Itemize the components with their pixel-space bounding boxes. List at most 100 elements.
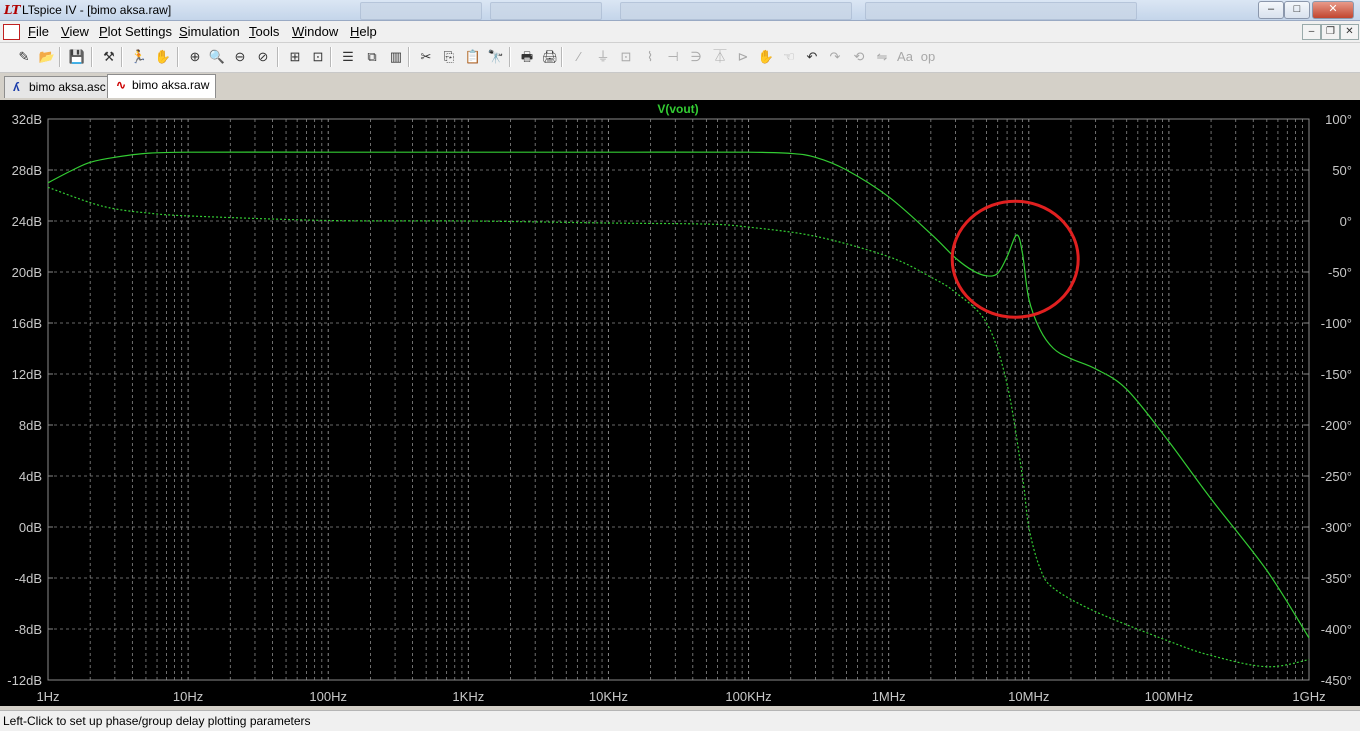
mdi-close-button[interactable]: ✕ xyxy=(1340,24,1359,40)
menu-bar: File View Plot Settings Simulation Tools… xyxy=(0,21,1360,43)
y-right-tick-label: 100° xyxy=(1325,112,1352,127)
x-tick-label: 100KHz xyxy=(725,689,771,704)
resistor-icon[interactable]: ⌇ xyxy=(641,48,659,66)
y-left-tick-label: 12dB xyxy=(12,367,42,382)
toolbar-separator xyxy=(408,47,410,67)
find-icon[interactable]: 🔭 xyxy=(487,48,505,66)
run-icon[interactable]: 🏃 xyxy=(130,48,148,66)
menu-view[interactable]: View xyxy=(61,24,89,39)
copy-icon[interactable]: ⎘ xyxy=(440,48,458,66)
tab-schematic[interactable]: ʎ bimo aksa.asc xyxy=(4,76,113,98)
cascade-icon[interactable]: ⧉ xyxy=(363,48,381,66)
undo-icon[interactable]: ↶ xyxy=(803,48,821,66)
spice-directive-icon[interactable]: op xyxy=(919,48,937,66)
capacitor-icon[interactable]: ⊣ xyxy=(664,48,682,66)
x-tick-label: 1Hz xyxy=(36,689,59,704)
y-left-tick-label: -8dB xyxy=(15,622,42,637)
redo-icon[interactable]: ↷ xyxy=(826,48,844,66)
open-file-icon[interactable]: 📂 xyxy=(38,48,56,66)
y-left-tick-label: 0dB xyxy=(19,520,42,535)
magnitude-trace xyxy=(47,151,1310,639)
move-icon[interactable]: ✋ xyxy=(757,48,775,66)
print-icon[interactable]: 🖨 xyxy=(541,48,559,66)
document-tabs: ʎ bimo aksa.asc ∿ bimo aksa.raw xyxy=(0,73,1360,99)
toolbar-separator xyxy=(121,47,123,67)
tile-vertical-icon[interactable]: ▥ xyxy=(387,48,405,66)
zoom-in-icon[interactable]: ⊕ xyxy=(186,48,204,66)
y-left-tick-label: 28dB xyxy=(12,163,42,178)
tab-label: bimo aksa.asc xyxy=(29,80,106,94)
new-schematic-icon[interactable]: ✎ xyxy=(15,48,33,66)
bode-chart[interactable]: 1Hz 10Hz 100Hz 1KHz 10KHz 100KHz 1MHz 10MHz 100M… xyxy=(0,100,1360,706)
mdi-minimize-button[interactable]: – xyxy=(1302,24,1321,40)
x-tick-label: 10Hz xyxy=(173,689,203,704)
phase-trace xyxy=(47,186,1310,668)
maximize-button[interactable]: □ xyxy=(1284,1,1310,19)
x-tick-label: 1KHz xyxy=(452,689,484,704)
toolbar-separator xyxy=(177,47,179,67)
halt-hand-icon[interactable]: ✋ xyxy=(154,48,172,66)
y-left-tick-label: 8dB xyxy=(19,418,42,433)
component-icon[interactable]: ⊳ xyxy=(734,48,752,66)
fit-icon[interactable]: ⊡ xyxy=(309,48,327,66)
taskbar-ghost xyxy=(360,2,1160,20)
rotate-icon[interactable]: ⟲ xyxy=(850,48,868,66)
y-right-tick-label: -100° xyxy=(1321,316,1352,331)
toolbar-separator xyxy=(277,47,279,67)
toolbar-separator xyxy=(91,47,93,67)
plot-frame xyxy=(47,118,1310,681)
schematic-icon: ʎ xyxy=(13,80,20,94)
wire-icon[interactable]: ∕ xyxy=(570,48,588,66)
menu-help[interactable]: Help xyxy=(350,24,377,39)
y-right-tick-label: -50° xyxy=(1328,265,1352,280)
zoom-cancel-icon[interactable]: ⊘ xyxy=(254,48,272,66)
x-tick-label: 1GHz xyxy=(1292,689,1325,704)
trace-label-vout[interactable]: V(vout) xyxy=(657,102,698,116)
control-panel-icon[interactable]: ⚒ xyxy=(100,48,118,66)
y-left-tick-label: 24dB xyxy=(12,214,42,229)
print-preview-icon[interactable]: 🖶 xyxy=(518,48,536,66)
diode-icon[interactable]: ⏄ xyxy=(711,48,729,66)
autorange-icon[interactable]: ⊞ xyxy=(286,48,304,66)
menu-plot-settings[interactable]: Plot Settings xyxy=(99,24,172,39)
y-right-tick-label: -350° xyxy=(1321,571,1352,586)
y-right-tick-label: 0° xyxy=(1340,214,1352,229)
waveform-icon: ∿ xyxy=(116,78,127,92)
zoom-pan-icon[interactable]: 🔍 xyxy=(208,48,226,66)
text-icon[interactable]: Aa xyxy=(896,48,914,66)
inductor-icon[interactable]: ∋ xyxy=(687,48,705,66)
label-net-icon[interactable]: ⊡ xyxy=(617,48,635,66)
toolbar-separator xyxy=(561,47,563,67)
tab-waveform[interactable]: ∿ bimo aksa.raw xyxy=(107,74,217,98)
tile-horizontal-icon[interactable]: ☰ xyxy=(339,48,357,66)
ground-icon[interactable]: ⏚ xyxy=(594,48,612,66)
mirror-icon[interactable]: ⇋ xyxy=(873,48,891,66)
x-tick-label: 10KHz xyxy=(589,689,628,704)
window-title: LTspice IV - [bimo aksa.raw] xyxy=(22,3,172,17)
drag-icon[interactable]: ☜ xyxy=(780,48,798,66)
mdi-restore-button[interactable]: ❐ xyxy=(1321,24,1340,40)
menu-tools[interactable]: Tools xyxy=(249,24,279,39)
toolbar-separator xyxy=(59,47,61,67)
y-right-tick-label: -300° xyxy=(1321,520,1352,535)
cut-icon[interactable]: ✂ xyxy=(417,48,435,66)
y-left-tick-label: -4dB xyxy=(15,571,42,586)
y-left-tick-label: 20dB xyxy=(12,265,42,280)
menu-window[interactable]: Window xyxy=(292,24,338,39)
document-icon[interactable] xyxy=(3,24,20,40)
y-right-tick-label: -200° xyxy=(1321,418,1352,433)
minimize-button[interactable]: – xyxy=(1258,1,1284,19)
y-left-tick-label: 4dB xyxy=(19,469,42,484)
toolbar-separator xyxy=(330,47,332,67)
menu-file[interactable]: File xyxy=(28,24,49,39)
paste-icon[interactable]: 📋 xyxy=(464,48,482,66)
waveform-plot[interactable]: 1Hz 10Hz 100Hz 1KHz 10KHz 100KHz 1MHz 10MHz 100M… xyxy=(0,100,1360,706)
y-left-tick-label: 16dB xyxy=(12,316,42,331)
zoom-out-icon[interactable]: ⊖ xyxy=(231,48,249,66)
tab-label: bimo aksa.raw xyxy=(132,78,210,92)
menu-simulation[interactable]: Simulation xyxy=(179,24,240,39)
save-icon[interactable]: 💾 xyxy=(68,48,86,66)
close-button[interactable]: ✕ xyxy=(1312,1,1354,19)
y-left-tick-label: 32dB xyxy=(12,112,42,127)
status-text: Left-Click to set up phase/group delay p… xyxy=(3,714,311,728)
